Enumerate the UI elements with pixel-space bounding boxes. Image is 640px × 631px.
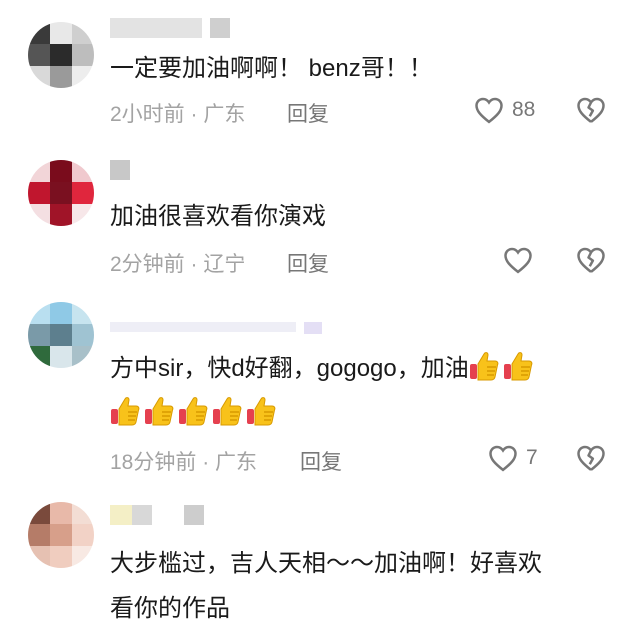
broken-heart-icon bbox=[577, 247, 605, 273]
username-blurred[interactable] bbox=[110, 505, 212, 525]
comment-time: 2小时前 bbox=[110, 103, 185, 126]
thumbs-up-emoji bbox=[179, 397, 208, 426]
avatar[interactable] bbox=[28, 160, 94, 226]
username-blurred[interactable] bbox=[110, 322, 330, 342]
like-count: 7 bbox=[526, 446, 538, 469]
reply-button[interactable]: 回复 bbox=[287, 98, 329, 128]
thumbs-up-emoji bbox=[213, 397, 242, 426]
avatar[interactable] bbox=[28, 302, 94, 368]
comment-meta: 2分钟前 · 辽宁 bbox=[110, 253, 246, 276]
comment-text-line2: 看你的作品 bbox=[110, 595, 230, 622]
comment-text: 加油很喜欢看你演戏 bbox=[110, 203, 326, 230]
reply-button[interactable]: 回复 bbox=[300, 446, 342, 476]
comment-meta: 2小时前 · 广东 bbox=[110, 103, 246, 126]
comment-time: 2分钟前 bbox=[110, 253, 185, 276]
like-count: 88 bbox=[512, 98, 536, 121]
heart-outline-icon bbox=[504, 247, 532, 274]
heart-outline-icon bbox=[475, 97, 503, 124]
like-button[interactable]: 88 bbox=[474, 96, 535, 124]
username-blurred[interactable] bbox=[110, 160, 138, 180]
reply-button[interactable]: 回复 bbox=[287, 248, 329, 278]
thumbs-up-emoji bbox=[247, 397, 276, 426]
dislike-button[interactable] bbox=[576, 246, 606, 274]
broken-heart-icon bbox=[577, 97, 605, 123]
thumbs-up-emoji bbox=[469, 352, 499, 381]
thumbs-up-emoji bbox=[145, 397, 174, 426]
comment-text-content: 方中sir，快d好翻，gogogo，加油 bbox=[110, 355, 469, 382]
broken-heart-icon bbox=[577, 445, 605, 471]
thumbs-up-emoji bbox=[503, 352, 533, 381]
heart-outline-icon bbox=[489, 445, 517, 472]
comment-meta: 18分钟前 · 广东 bbox=[110, 451, 258, 474]
thumbs-up-emoji bbox=[111, 397, 140, 426]
comment-text: 大步槛过，吉人天相～～加油啊！好喜欢 bbox=[110, 550, 542, 577]
dislike-button[interactable] bbox=[576, 96, 606, 124]
comment-location: 广东 bbox=[203, 103, 246, 126]
like-button[interactable] bbox=[503, 246, 533, 274]
comment-location: 广东 bbox=[215, 451, 258, 474]
like-button[interactable]: 7 bbox=[488, 444, 538, 472]
comment-text: 方中sir，快d好翻，gogogo，加油 bbox=[110, 350, 537, 388]
comment-location: 辽宁 bbox=[203, 253, 246, 276]
comment-time: 18分钟前 bbox=[110, 451, 197, 474]
dislike-button[interactable] bbox=[576, 444, 606, 472]
avatar[interactable] bbox=[28, 502, 94, 568]
comment-text: 一定要加油啊啊！ benz哥！！ bbox=[110, 55, 433, 82]
emoji-row bbox=[110, 395, 280, 433]
username-blurred[interactable] bbox=[110, 18, 238, 38]
avatar[interactable] bbox=[28, 22, 94, 88]
